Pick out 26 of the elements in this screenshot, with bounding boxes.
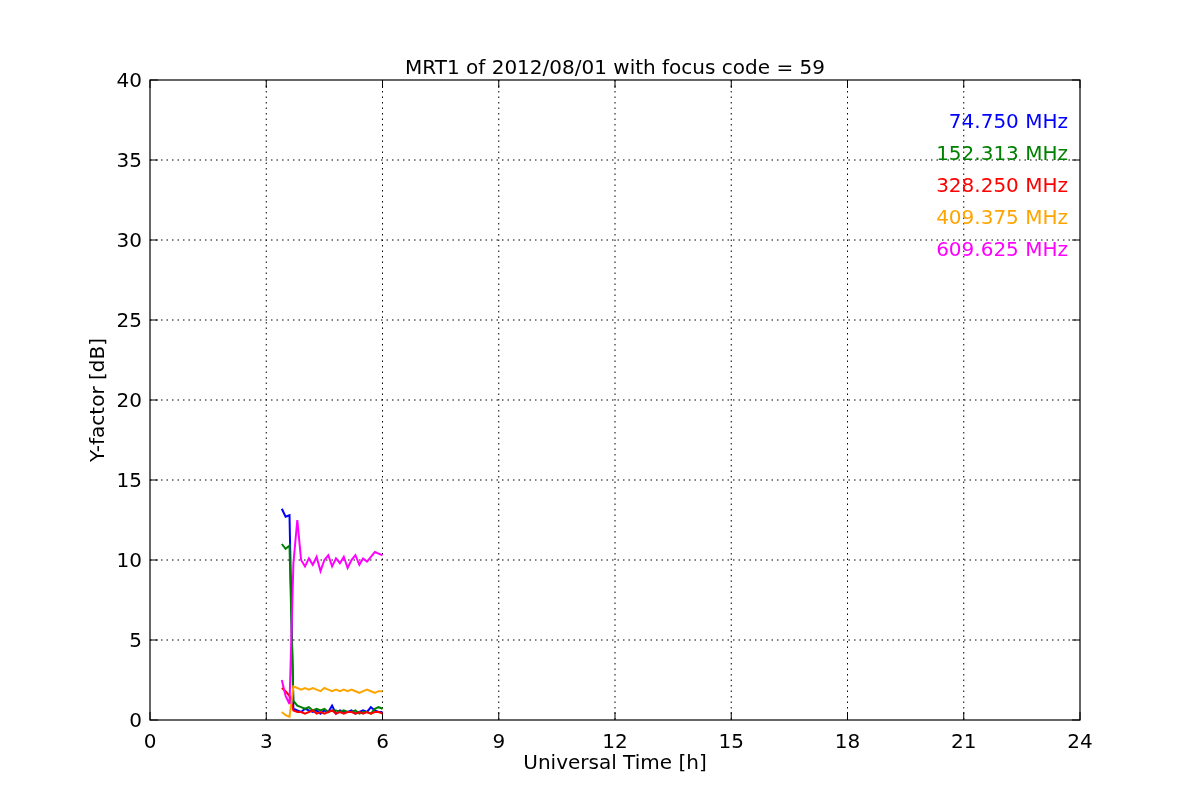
x-tick-label: 9 [492,729,506,753]
x-tick-label: 6 [376,729,389,753]
x-tick-label: 0 [143,729,157,753]
x-tick-label: 15 [718,729,744,753]
y-tick-label: 15 [116,468,142,492]
legend-entry: 328.250 MHz [936,173,1068,197]
x-axis-label: Universal Time [h] [523,750,707,774]
y-tick-label: 20 [116,388,142,412]
x-tick-label: 21 [951,729,977,753]
y-tick-label: 5 [129,628,142,652]
y-axis-label: Y-factor [dB] [85,338,109,462]
y-tick-label: 0 [129,708,142,732]
y-tick-label: 40 [116,68,142,92]
x-tick-label: 12 [602,729,628,753]
y-tick-label: 35 [116,148,142,172]
chart-title: MRT1 of 2012/08/01 with focus code = 59 [405,55,825,79]
y-tick-label: 30 [116,228,142,252]
x-tick-label: 24 [1067,729,1093,753]
legend-entry: 152.313 MHz [936,141,1068,165]
legend-entry: 609.625 MHz [936,237,1068,261]
y-tick-label: 10 [116,548,142,572]
x-tick-label: 18 [834,729,861,753]
y-tick-label: 25 [116,308,142,332]
x-tick-label: 3 [259,729,273,753]
legend-entry: 409.375 MHz [936,205,1068,229]
legend-entry: 74.750 MHz [948,109,1068,133]
